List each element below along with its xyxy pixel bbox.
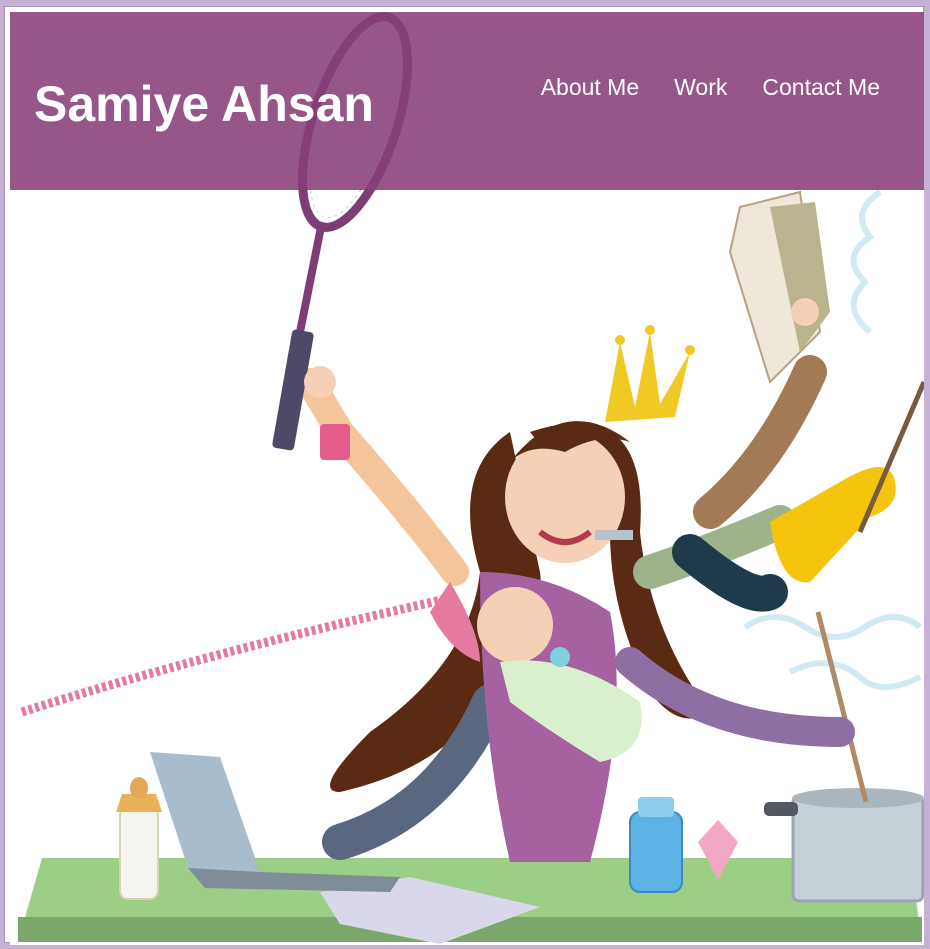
arm-book <box>693 355 827 529</box>
nav-work[interactable]: Work <box>674 72 727 102</box>
nav-about-me[interactable]: About Me <box>541 72 639 102</box>
wooden-stick <box>857 381 924 533</box>
yellow-glove <box>770 467 896 583</box>
site-title[interactable]: Samiye Ahsan <box>34 76 374 132</box>
nav-contact-me[interactable]: Contact Me <box>762 72 880 102</box>
crown <box>605 325 695 422</box>
arm-racket <box>296 368 469 586</box>
lipstick <box>595 530 633 540</box>
phone-cord <box>20 592 456 717</box>
site-header: Samiye Ahsan About Me Work Contact Me <box>10 12 924 190</box>
baby-bottle <box>116 777 162 900</box>
main-nav: About Me Work Contact Me <box>541 72 880 102</box>
book <box>728 190 830 384</box>
cooking-pot <box>764 611 924 903</box>
arm-spoon <box>615 647 855 747</box>
blue-jar <box>629 811 683 893</box>
